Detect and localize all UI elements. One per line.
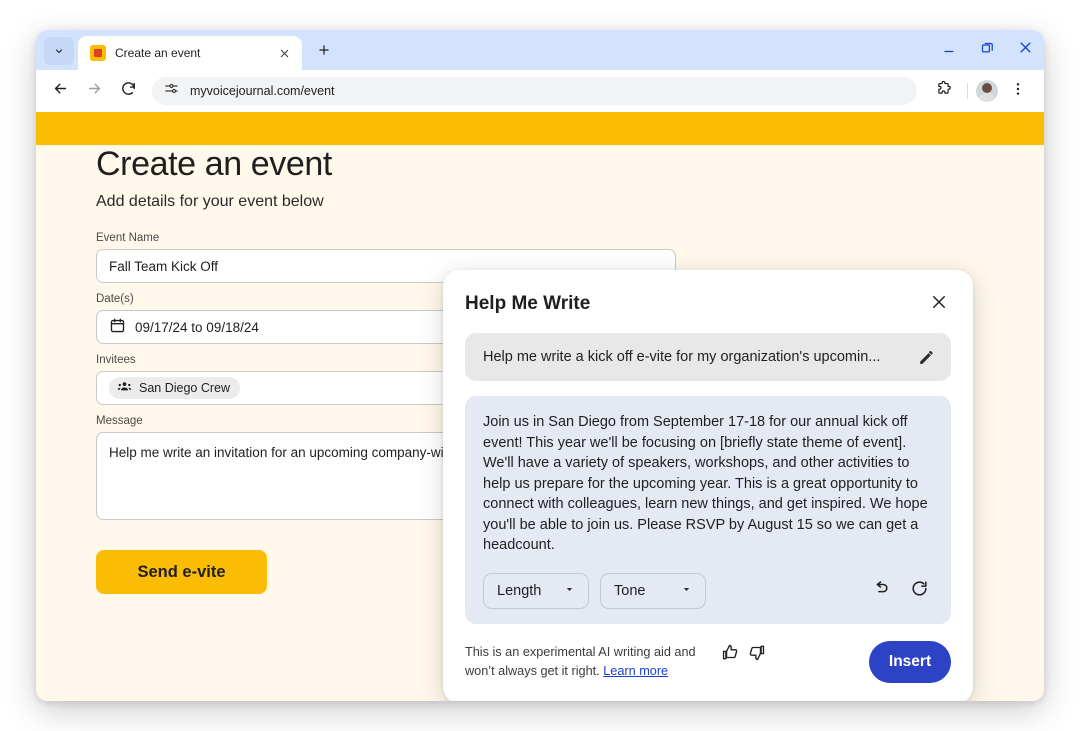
thumbs-up-icon[interactable]	[721, 643, 740, 667]
pencil-edit-icon[interactable]	[915, 346, 937, 368]
close-tab-icon[interactable]	[275, 44, 293, 62]
send-evite-button[interactable]: Send e-vite	[96, 550, 267, 594]
forward-button[interactable]	[78, 75, 110, 107]
dialog-close-button[interactable]	[927, 292, 951, 316]
profile-avatar[interactable]	[976, 80, 998, 102]
help-me-write-dialog: Help Me Write Help me write a kick off e…	[443, 270, 973, 701]
three-dot-menu-icon	[1010, 81, 1026, 102]
forward-arrow-icon	[86, 80, 103, 102]
undo-icon	[871, 579, 890, 603]
invitee-chip-label: San Diego Crew	[139, 381, 231, 395]
tone-dropdown[interactable]: Tone	[600, 573, 706, 610]
event-name-value: Fall Team Kick Off	[109, 258, 219, 274]
groups-icon	[117, 379, 132, 397]
close-icon	[1018, 40, 1033, 60]
extensions-puzzle-icon	[935, 80, 952, 102]
back-arrow-icon	[52, 80, 69, 102]
close-window-button[interactable]	[1006, 31, 1044, 69]
site-settings-icon[interactable]	[164, 81, 179, 101]
restore-icon	[980, 40, 995, 60]
browser-toolbar: myvoicejournal.com/event	[36, 70, 1044, 112]
tab-strip: Create an event	[36, 30, 1044, 70]
toolbar-right-group	[927, 75, 1034, 107]
minimize-icon	[942, 41, 956, 60]
invitee-chip[interactable]: San Diego Crew	[109, 377, 241, 399]
tab-title: Create an event	[115, 46, 201, 60]
length-dropdown-label: Length	[497, 583, 542, 600]
restore-button[interactable]	[968, 31, 1006, 69]
generated-text: Join us in San Diego from September 17-1…	[483, 414, 928, 554]
extensions-button[interactable]	[927, 75, 959, 107]
chevron-down-icon	[564, 583, 575, 599]
address-bar[interactable]: myvoicejournal.com/event	[152, 77, 917, 105]
disclaimer-line-1: This is an experimental AI writing aid a…	[465, 645, 696, 659]
dialog-footer: This is an experimental AI writing aid a…	[465, 641, 951, 684]
tab-create-an-event[interactable]: Create an event	[78, 36, 302, 70]
insert-button[interactable]: Insert	[869, 641, 951, 684]
prompt-text: Help me write a kick off e-vite for my o…	[483, 349, 881, 365]
refresh-icon	[910, 579, 929, 603]
dialog-header: Help Me Write	[465, 292, 951, 316]
field-label: Event Name	[96, 232, 160, 244]
calendar-icon	[109, 317, 126, 337]
page-subtitle: Add details for your event below	[96, 193, 324, 210]
dates-value: 09/17/24 to 09/18/24	[135, 319, 259, 335]
close-icon	[930, 293, 948, 316]
reload-icon	[120, 80, 137, 102]
page-content: Create an event Add details for your eve…	[36, 112, 1044, 701]
chevron-down-icon	[681, 583, 692, 599]
new-tab-button[interactable]	[310, 38, 338, 66]
result-controls: Length Tone	[483, 573, 933, 610]
back-button[interactable]	[44, 75, 76, 107]
toolbar-divider	[967, 83, 968, 99]
event-favicon	[90, 45, 106, 61]
plus-icon	[317, 43, 331, 62]
browser-menu-button[interactable]	[1002, 75, 1034, 107]
browser-window: Create an event myvoicejournal.com/event…	[36, 30, 1044, 701]
chevron-down-icon	[53, 45, 65, 57]
reload-button[interactable]	[112, 75, 144, 107]
tone-dropdown-label: Tone	[614, 583, 646, 600]
length-dropdown[interactable]: Length	[483, 573, 589, 610]
window-controls	[930, 30, 1044, 70]
tab-search-button[interactable]	[44, 37, 74, 65]
page-banner	[36, 112, 1044, 145]
minimize-button[interactable]	[930, 31, 968, 69]
prompt-chip[interactable]: Help me write a kick off e-vite for my o…	[465, 333, 951, 381]
learn-more-link[interactable]: Learn more	[603, 664, 668, 678]
disclaimer-line-2: won’t always get it right.	[465, 664, 604, 679]
address-bar-url: myvoicejournal.com/event	[190, 84, 335, 98]
refresh-button[interactable]	[905, 577, 933, 605]
disclaimer-text: This is an experimental AI writing aid a…	[465, 643, 717, 681]
result-card: Join us in San Diego from September 17-1…	[465, 396, 951, 625]
page-title: Create an event	[96, 145, 332, 183]
feedback-icons	[721, 643, 766, 667]
undo-button[interactable]	[866, 577, 894, 605]
thumbs-down-icon[interactable]	[747, 643, 766, 667]
dialog-title: Help Me Write	[465, 293, 591, 314]
